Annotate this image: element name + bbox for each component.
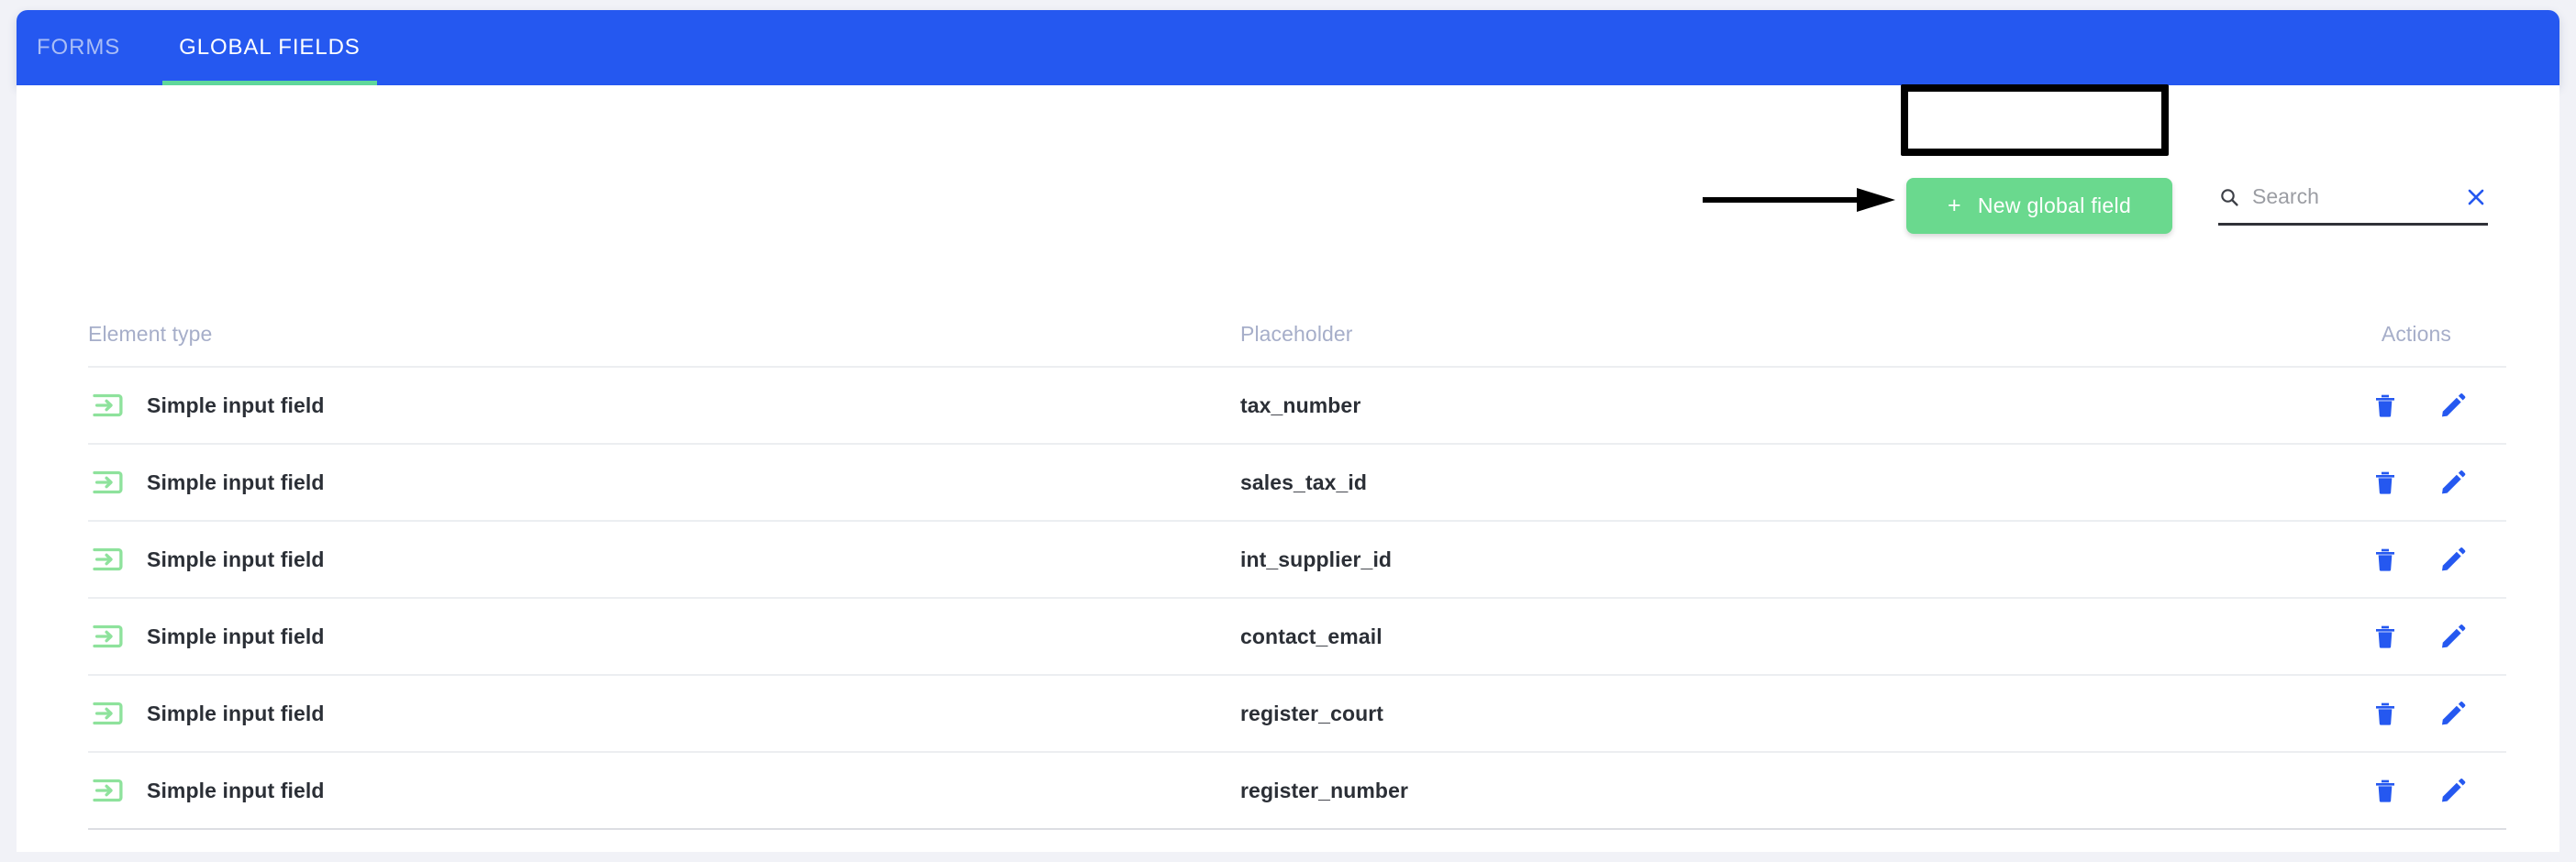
- edit-icon[interactable]: [2438, 468, 2468, 497]
- edit-icon[interactable]: [2438, 699, 2468, 728]
- cell-actions: [2231, 776, 2506, 805]
- input-field-icon: [88, 694, 127, 733]
- cell-placeholder: register_number: [1240, 779, 2231, 803]
- placeholder-label: tax_number: [1240, 392, 1361, 417]
- edit-icon[interactable]: [2438, 391, 2468, 420]
- search-input[interactable]: [2252, 184, 2452, 209]
- cell-actions: [2231, 468, 2506, 497]
- cell-placeholder: sales_tax_id: [1240, 470, 2231, 495]
- cell-placeholder: contact_email: [1240, 624, 2231, 649]
- cell-element-type: Simple input field: [88, 771, 1240, 810]
- toolbar: + New global field: [17, 85, 2559, 234]
- element-type-label: Simple input field: [147, 624, 325, 648]
- tab-list: FORMS GLOBAL FIELDS: [17, 10, 388, 85]
- delete-icon[interactable]: [2371, 699, 2400, 728]
- tab-forms-label: FORMS: [37, 35, 121, 60]
- table-row[interactable]: Simple input field register_number: [88, 753, 2506, 830]
- cell-element-type: Simple input field: [88, 617, 1240, 656]
- table-row[interactable]: Simple input field register_court: [88, 676, 2506, 753]
- placeholder-label: register_number: [1240, 778, 1409, 802]
- input-field-icon: [88, 463, 127, 502]
- cell-placeholder: tax_number: [1240, 393, 2231, 418]
- column-header-actions: Actions: [2381, 322, 2451, 346]
- delete-icon[interactable]: [2371, 622, 2400, 651]
- table-header-row: Element type Placeholder Actions: [88, 322, 2506, 368]
- cell-actions: [2231, 391, 2506, 420]
- placeholder-label: sales_tax_id: [1240, 470, 1368, 494]
- element-type-label: Simple input field: [147, 778, 325, 802]
- placeholder-label: register_court: [1240, 701, 1384, 725]
- delete-icon[interactable]: [2371, 468, 2400, 497]
- cell-element-type: Simple input field: [88, 694, 1240, 733]
- top-navigation-bar: FORMS GLOBAL FIELDS: [17, 10, 2559, 85]
- cell-element-type: Simple input field: [88, 463, 1240, 502]
- delete-icon[interactable]: [2371, 545, 2400, 574]
- content-sheet: + New global field Element type Placehol…: [17, 85, 2559, 852]
- column-header-placeholder: Placeholder: [1240, 322, 1353, 346]
- placeholder-label: int_supplier_id: [1240, 547, 1393, 571]
- close-icon[interactable]: [2464, 185, 2488, 209]
- new-global-field-label: New global field: [1977, 193, 2132, 217]
- search-field[interactable]: [2218, 174, 2488, 226]
- element-type-label: Simple input field: [147, 547, 325, 571]
- cell-element-type: Simple input field: [88, 540, 1240, 579]
- new-global-field-button[interactable]: + New global field: [1906, 178, 2172, 234]
- cell-actions: [2231, 622, 2506, 651]
- input-field-icon: [88, 771, 127, 810]
- element-type-label: Simple input field: [147, 701, 325, 725]
- search-icon: [2218, 186, 2240, 208]
- input-field-icon: [88, 540, 127, 579]
- table-row[interactable]: Simple input field int_supplier_id: [88, 522, 2506, 599]
- cell-element-type: Simple input field: [88, 386, 1240, 425]
- column-header-element-type: Element type: [88, 322, 213, 346]
- new-global-field-button-wrapper: + New global field: [1906, 178, 2172, 234]
- edit-icon[interactable]: [2438, 776, 2468, 805]
- table-row[interactable]: Simple input field contact_email: [88, 599, 2506, 676]
- edit-icon[interactable]: [2438, 545, 2468, 574]
- element-type-label: Simple input field: [147, 470, 325, 494]
- global-fields-table: Element type Placeholder Actions Simple …: [88, 322, 2506, 830]
- delete-icon[interactable]: [2371, 776, 2400, 805]
- cell-actions: [2231, 545, 2506, 574]
- tab-global-fields-label: GLOBAL FIELDS: [179, 35, 361, 60]
- plus-icon: +: [1947, 193, 1961, 218]
- delete-icon[interactable]: [2371, 391, 2400, 420]
- table-row[interactable]: Simple input field tax_number: [88, 368, 2506, 445]
- cell-actions: [2231, 699, 2506, 728]
- tab-forms[interactable]: FORMS: [17, 10, 151, 85]
- cell-placeholder: register_court: [1240, 702, 2231, 726]
- element-type-label: Simple input field: [147, 392, 325, 417]
- input-field-icon: [88, 617, 127, 656]
- placeholder-label: contact_email: [1240, 624, 1382, 648]
- input-field-icon: [88, 386, 127, 425]
- app-root: FORMS GLOBAL FIELDS + New global field E…: [0, 0, 2576, 862]
- edit-icon[interactable]: [2438, 622, 2468, 651]
- cell-placeholder: int_supplier_id: [1240, 547, 2231, 572]
- tab-global-fields[interactable]: GLOBAL FIELDS: [151, 10, 388, 85]
- table-row[interactable]: Simple input field sales_tax_id: [88, 445, 2506, 522]
